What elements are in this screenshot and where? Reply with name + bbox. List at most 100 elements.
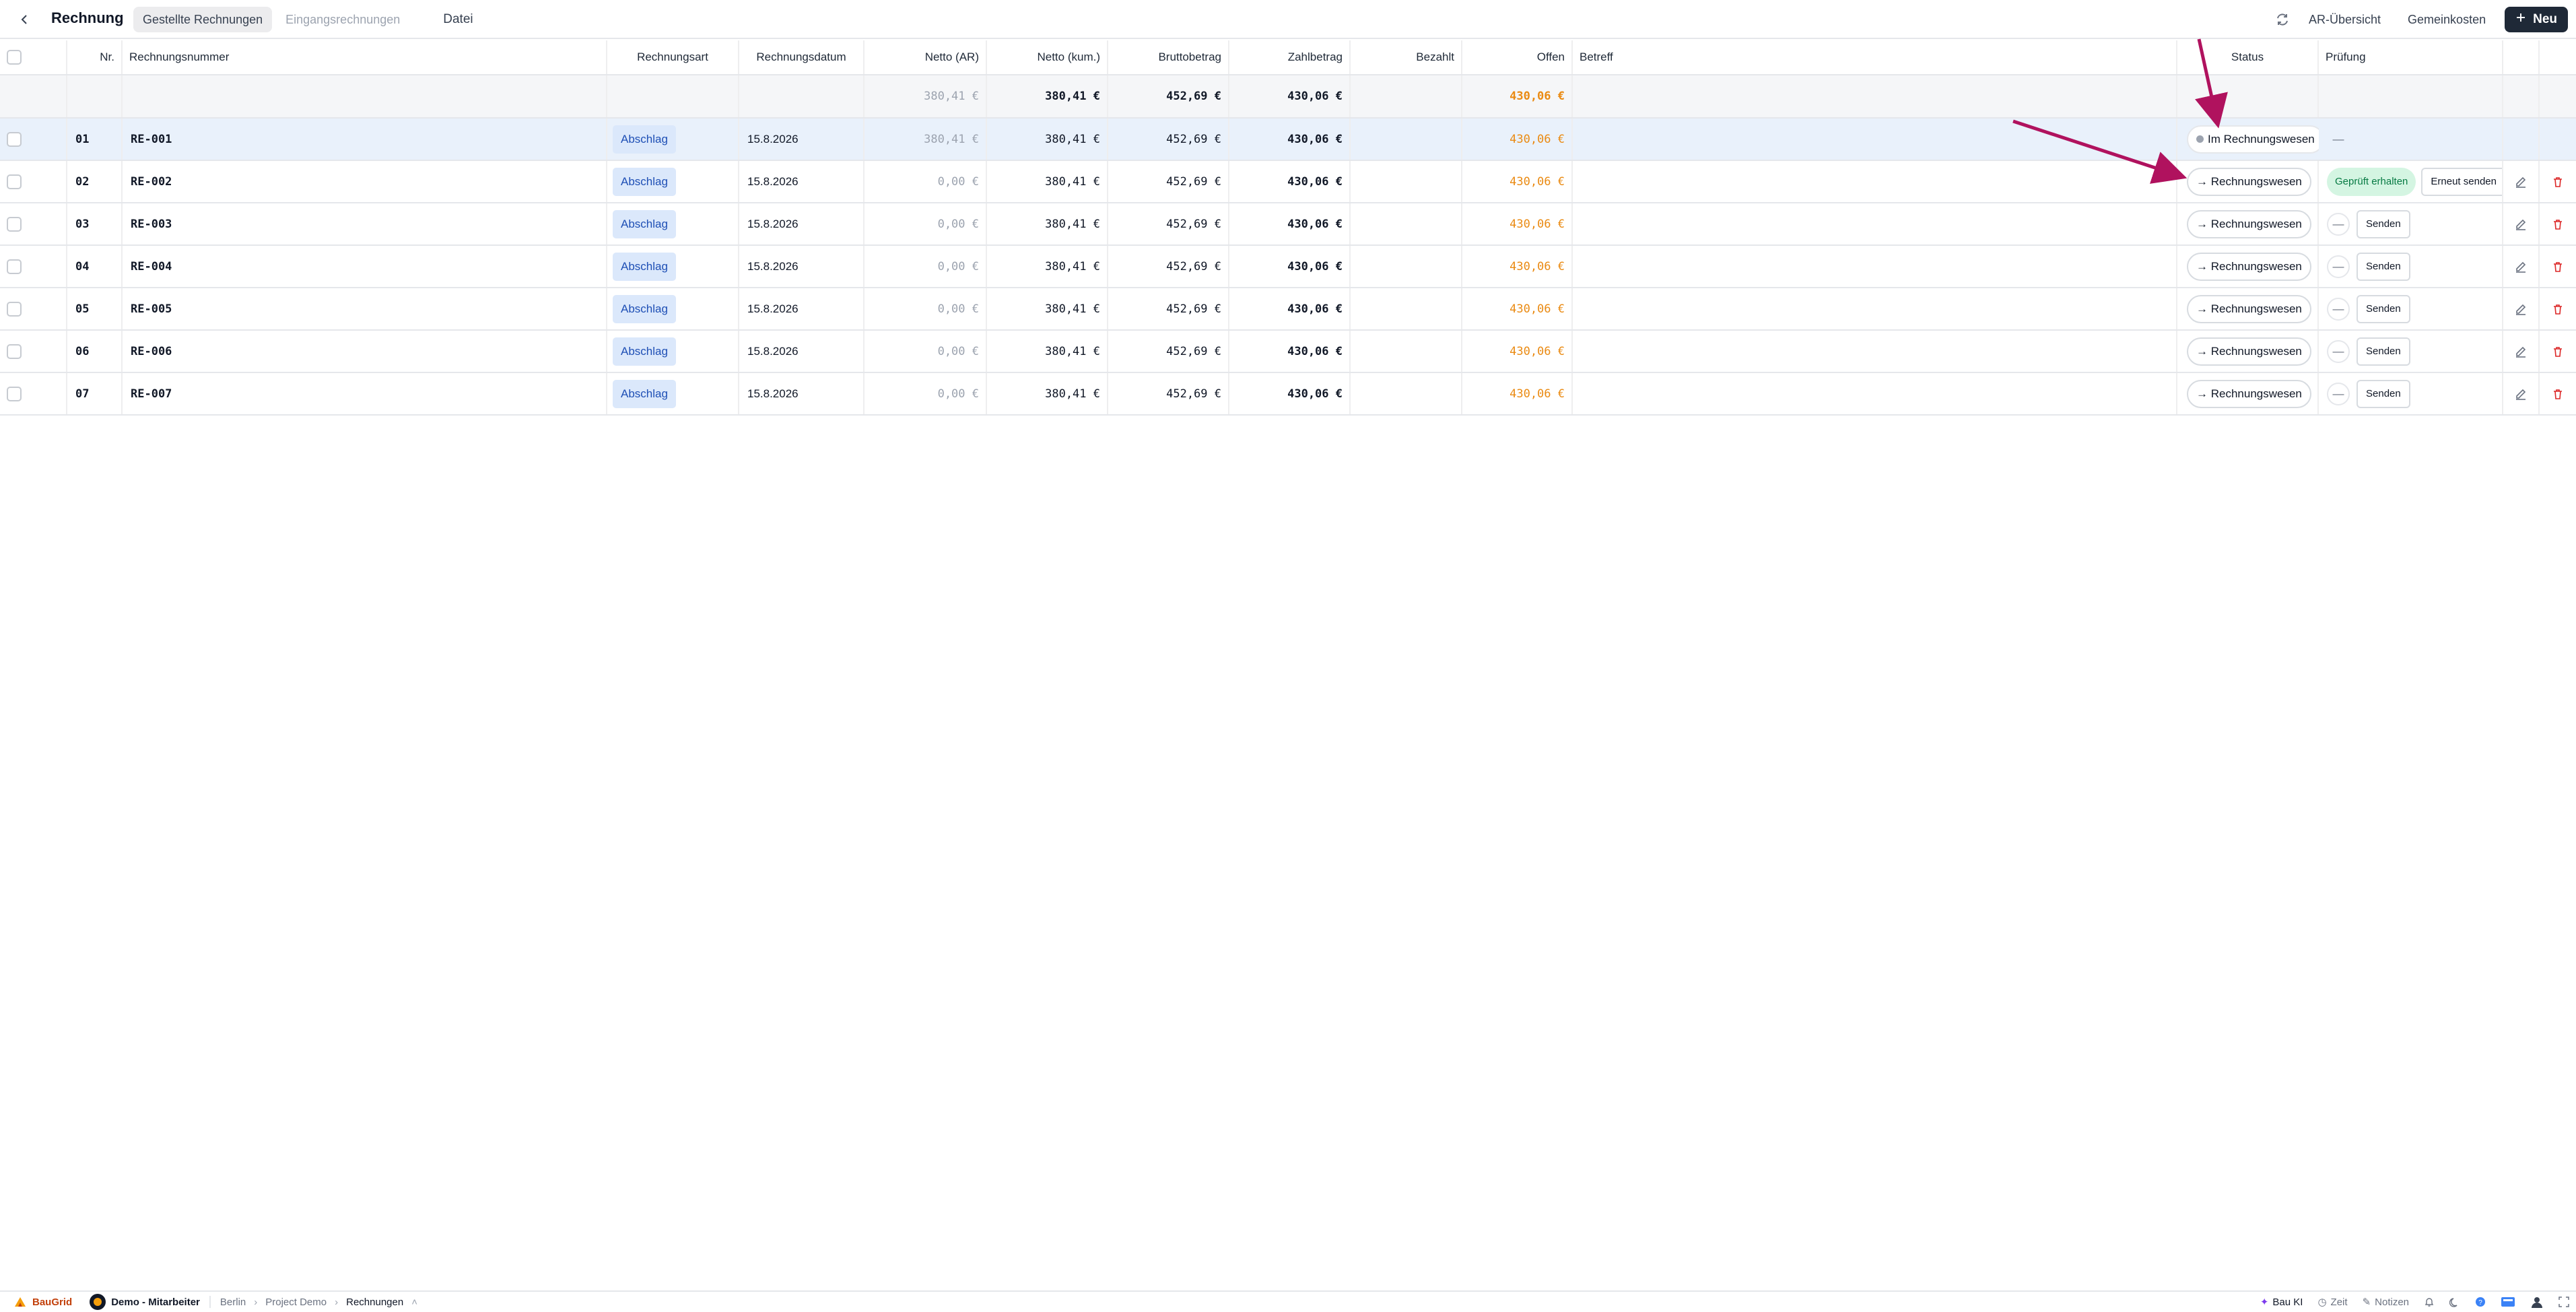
table-row[interactable]: 03 RE-003 Abschlag 15.8.2026 0,00 € 380,…: [0, 203, 2576, 246]
send-to-accounting-button[interactable]: → Rechnungswesen: [2187, 167, 2311, 196]
breadcrumb-location[interactable]: Berlin: [220, 1297, 246, 1308]
header-review[interactable]: Prüfung: [2319, 40, 2503, 74]
header-open[interactable]: Offen: [1462, 40, 1573, 74]
table-row[interactable]: 01 RE-001 Abschlag 15.8.2026 380,41 € 38…: [0, 119, 2576, 161]
header-invoice-number[interactable]: Rechnungsnummer: [123, 40, 607, 74]
trash-icon[interactable]: [2546, 383, 2569, 405]
trash-icon[interactable]: [2546, 213, 2569, 236]
ai-button[interactable]: ✦ Bau KI: [2260, 1296, 2303, 1309]
row-invoice-number[interactable]: RE-003: [123, 203, 607, 244]
send-to-accounting-button[interactable]: → Rechnungswesen: [2187, 294, 2311, 323]
send-button[interactable]: Senden: [2357, 252, 2410, 281]
user-menu[interactable]: Demo - Mitarbeiter: [90, 1294, 200, 1310]
new-invoice-button[interactable]: Neu: [2505, 7, 2568, 32]
header-status[interactable]: Status: [2177, 40, 2319, 74]
moon-icon[interactable]: [2449, 1297, 2460, 1307]
status-in-accounting[interactable]: Im Rechnungswesen: [2187, 125, 2319, 154]
window-icon[interactable]: [2501, 1297, 2515, 1307]
invoice-type-badge[interactable]: Abschlag: [613, 209, 676, 238]
time-button[interactable]: ◷ Zeit: [2317, 1296, 2347, 1309]
row-invoice-number[interactable]: RE-005: [123, 288, 607, 329]
summary-row: 380,41 € 380,41 € 452,69 € 430,06 € 430,…: [0, 75, 2576, 119]
row-checkbox[interactable]: [7, 301, 22, 317]
edit-icon[interactable]: [2510, 383, 2532, 405]
row-invoice-number[interactable]: RE-006: [123, 331, 607, 372]
review-none[interactable]: —: [2327, 255, 2350, 278]
header-net-ar[interactable]: Netto (AR): [865, 40, 987, 74]
send-button[interactable]: Senden: [2357, 294, 2410, 323]
chevron-left-icon[interactable]: [13, 8, 36, 31]
trash-icon[interactable]: [2546, 255, 2569, 278]
invoice-type-badge[interactable]: Abschlag: [613, 294, 676, 323]
chevron-up-icon[interactable]: ˄: [411, 1297, 417, 1308]
tab-issued-invoices[interactable]: Gestellte Rechnungen: [133, 7, 273, 32]
trash-icon[interactable]: [2546, 170, 2569, 193]
review-received-badge[interactable]: Geprüft erhalten: [2327, 167, 2416, 196]
header-net-cum[interactable]: Netto (kum.): [987, 40, 1108, 74]
row-checkbox[interactable]: [7, 216, 22, 232]
send-button[interactable]: Senden: [2357, 209, 2410, 238]
invoice-type-badge[interactable]: Abschlag: [613, 167, 676, 196]
edit-icon[interactable]: [2510, 213, 2532, 236]
review-none[interactable]: —: [2327, 339, 2350, 363]
header-invoice-date[interactable]: Rechnungsdatum: [739, 40, 865, 74]
edit-icon[interactable]: [2510, 255, 2532, 278]
header-invoice-type[interactable]: Rechnungsart: [607, 40, 739, 74]
table-row[interactable]: 04 RE-004 Abschlag 15.8.2026 0,00 € 380,…: [0, 246, 2576, 288]
edit-icon[interactable]: [2510, 340, 2532, 363]
review-none[interactable]: —: [2327, 212, 2350, 236]
overhead-link[interactable]: Gemeinkosten: [2394, 13, 2499, 27]
send-button[interactable]: Senden: [2357, 337, 2410, 366]
header-gross[interactable]: Bruttobetrag: [1108, 40, 1229, 74]
row-invoice-number[interactable]: RE-002: [123, 161, 607, 202]
invoice-type-badge[interactable]: Abschlag: [613, 379, 676, 408]
row-payment: 430,06 €: [1229, 119, 1351, 160]
invoice-type-badge[interactable]: Abschlag: [613, 125, 676, 154]
refresh-icon[interactable]: [2270, 7, 2295, 32]
invoice-type-badge[interactable]: Abschlag: [613, 252, 676, 281]
review-none[interactable]: —: [2327, 297, 2350, 321]
breadcrumb-current[interactable]: Rechnungen: [346, 1297, 403, 1308]
table-row[interactable]: 06 RE-006 Abschlag 15.8.2026 0,00 € 380,…: [0, 331, 2576, 373]
row-checkbox[interactable]: [7, 174, 22, 189]
ar-overview-link[interactable]: AR-Übersicht: [2295, 13, 2394, 27]
table-row[interactable]: 07 RE-007 Abschlag 15.8.2026 0,00 € 380,…: [0, 373, 2576, 416]
edit-icon[interactable]: [2510, 298, 2532, 321]
header-paid[interactable]: Bezahlt: [1351, 40, 1462, 74]
invoice-type-badge[interactable]: Abschlag: [613, 337, 676, 366]
brand-logo[interactable]: BauGrid: [13, 1296, 72, 1308]
send-to-accounting-button[interactable]: → Rechnungswesen: [2187, 379, 2311, 408]
row-invoice-number[interactable]: RE-001: [123, 119, 607, 160]
table-row[interactable]: 02 RE-002 Abschlag 15.8.2026 0,00 € 380,…: [0, 161, 2576, 203]
edit-icon[interactable]: [2510, 170, 2532, 193]
select-all-checkbox[interactable]: [7, 50, 22, 65]
tab-file[interactable]: Datei: [434, 7, 482, 32]
trash-icon[interactable]: [2546, 298, 2569, 321]
row-checkbox[interactable]: [7, 386, 22, 401]
row-payment: 430,06 €: [1229, 288, 1351, 329]
breadcrumb-project[interactable]: Project Demo: [265, 1297, 327, 1308]
send-to-accounting-button[interactable]: → Rechnungswesen: [2187, 252, 2311, 281]
row-checkbox[interactable]: [7, 343, 22, 359]
header-nr[interactable]: Nr.: [67, 40, 123, 74]
review-none[interactable]: —: [2327, 382, 2350, 405]
row-open: 430,06 €: [1462, 203, 1573, 244]
row-invoice-number[interactable]: RE-007: [123, 373, 607, 414]
send-to-accounting-button[interactable]: → Rechnungswesen: [2187, 337, 2311, 366]
help-icon[interactable]: ?: [2475, 1297, 2486, 1307]
fullscreen-icon[interactable]: [2558, 1297, 2569, 1307]
send-button[interactable]: Senden: [2357, 379, 2410, 408]
header-subject[interactable]: Betreff: [1573, 40, 2177, 74]
row-checkbox[interactable]: [7, 131, 22, 147]
bell-icon[interactable]: [2424, 1297, 2435, 1307]
send-to-accounting-button[interactable]: → Rechnungswesen: [2187, 209, 2311, 238]
notes-button[interactable]: ✎ Notizen: [2363, 1296, 2409, 1309]
resend-button[interactable]: Erneut senden: [2421, 167, 2502, 196]
row-checkbox[interactable]: [7, 259, 22, 274]
tab-incoming-invoices[interactable]: Eingangsrechnungen: [276, 7, 409, 32]
table-row[interactable]: 05 RE-005 Abschlag 15.8.2026 0,00 € 380,…: [0, 288, 2576, 331]
row-invoice-number[interactable]: RE-004: [123, 246, 607, 287]
header-payment[interactable]: Zahlbetrag: [1229, 40, 1351, 74]
profile-avatar[interactable]: [2530, 1295, 2544, 1309]
trash-icon[interactable]: [2546, 340, 2569, 363]
